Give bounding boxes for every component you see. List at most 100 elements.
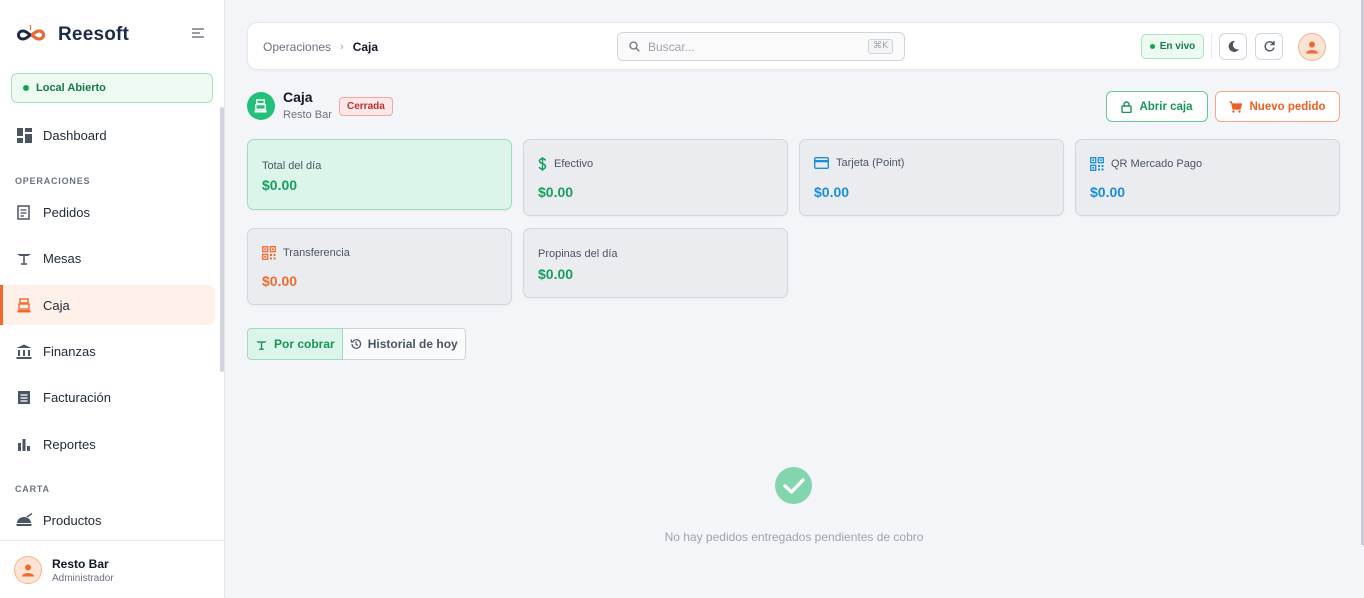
header-avatar[interactable] xyxy=(1298,33,1326,61)
user-profile[interactable]: Resto Bar Administrador xyxy=(0,540,224,598)
theme-toggle-button[interactable] xyxy=(1219,33,1247,60)
refresh-icon xyxy=(1263,41,1275,52)
sidebar-item-mesas[interactable]: Mesas xyxy=(3,238,215,278)
search-icon xyxy=(629,41,640,52)
cart-icon xyxy=(1229,100,1243,113)
breadcrumb-current: Caja xyxy=(352,40,379,54)
user-role: Administrador xyxy=(52,573,114,584)
collapse-menu-icon[interactable] xyxy=(190,26,206,40)
cash-register-icon xyxy=(15,296,33,314)
tab-por-cobrar[interactable]: Por cobrar xyxy=(247,328,343,360)
sidebar-item-dashboard[interactable]: Dashboard xyxy=(3,115,215,155)
dollar-icon xyxy=(538,157,547,171)
page-icon xyxy=(247,92,275,120)
sidebar-item-label: Productos xyxy=(43,512,102,528)
card-label: Transferencia xyxy=(283,247,350,259)
empty-state-message: No hay pedidos entregados pendientes de … xyxy=(664,530,924,544)
search-shortcut: ⌘K xyxy=(868,39,893,54)
tab-label: Por cobrar xyxy=(274,337,335,351)
credit-card-icon xyxy=(814,157,829,169)
cash-register-icon xyxy=(254,99,267,113)
sidebar-item-label: Caja xyxy=(43,297,70,313)
sidebar-item-reportes[interactable]: Reportes xyxy=(3,424,215,464)
live-status-badge: En vivo xyxy=(1141,34,1204,59)
sidebar-item-label: Pedidos xyxy=(43,204,90,220)
card-label-row: Tarjeta (Point) xyxy=(814,157,904,169)
card-label: Tarjeta (Point) xyxy=(836,157,905,169)
card-label: Total del día xyxy=(262,160,322,172)
refresh-button[interactable] xyxy=(1255,33,1283,60)
card-label-row: Efectivo xyxy=(538,157,593,171)
sidebar-item-label: Facturación xyxy=(43,389,111,405)
sidebar-item-label: Dashboard xyxy=(43,127,107,143)
card-value: $0.00 xyxy=(814,184,850,200)
open-cash-button[interactable]: Abrir caja xyxy=(1106,91,1208,122)
card-qr-mercado-pago: QR Mercado Pago $0.00 xyxy=(1075,139,1340,216)
tab-label: Historial de hoy xyxy=(367,337,458,351)
card-value: $0.00 xyxy=(538,266,574,282)
sidebar-item-label: Mesas xyxy=(43,250,82,266)
topbar: Operaciones › Caja ⌘K En vivo xyxy=(247,22,1340,70)
bank-icon xyxy=(15,342,33,360)
table-icon xyxy=(256,340,267,350)
section-label-carta: CARTA xyxy=(15,484,50,494)
card-efectivo: Efectivo $0.00 xyxy=(523,139,788,216)
invoice-icon xyxy=(15,388,33,406)
search-box[interactable]: ⌘K xyxy=(617,32,905,61)
live-dot-icon xyxy=(1149,44,1155,49)
dish-icon xyxy=(15,511,33,529)
check-circle-icon xyxy=(775,467,812,504)
brand[interactable]: Reesoft xyxy=(14,20,129,50)
card-propinas: Propinas del día $0.00 xyxy=(523,228,788,298)
breadcrumb-parent[interactable]: Operaciones xyxy=(263,40,331,54)
tab-historial-de-hoy[interactable]: Historial de hoy xyxy=(342,328,466,360)
sidebar-item-finanzas[interactable]: Finanzas xyxy=(3,331,215,371)
receipt-icon xyxy=(15,203,33,221)
dashboard-icon xyxy=(15,126,33,144)
breadcrumb-separator: › xyxy=(340,41,344,53)
card-transferencia: Transferencia $0.00 xyxy=(247,228,512,305)
card-value: $0.00 xyxy=(262,273,298,289)
card-value: $0.00 xyxy=(538,184,574,200)
sidebar: Reesoft Local Abierto Dashboard OPERACIO… xyxy=(0,0,225,598)
new-order-label: Nuevo pedido xyxy=(1249,100,1326,113)
user-icon xyxy=(1306,41,1318,54)
qr-code-icon xyxy=(1090,157,1104,171)
sidebar-item-productos[interactable]: Productos xyxy=(3,500,215,540)
card-label: Propinas del día xyxy=(538,248,618,260)
brand-name: Reesoft xyxy=(58,24,130,45)
infinity-logo-icon xyxy=(17,24,45,41)
qr-code-icon xyxy=(262,246,276,260)
lock-icon xyxy=(1121,100,1133,113)
user-icon xyxy=(22,564,34,577)
avatar xyxy=(14,556,42,584)
page-subtitle: Resto Bar xyxy=(283,109,332,121)
sidebar-item-caja[interactable]: Caja xyxy=(0,285,215,325)
card-total-day: Total del día $0.00 xyxy=(247,139,512,210)
card-label: Efectivo xyxy=(554,158,594,170)
history-icon xyxy=(350,339,361,349)
tab-group: Por cobrar Historial de hoy xyxy=(247,328,466,360)
sidebar-scrollbar[interactable] xyxy=(220,107,224,372)
sidebar-item-facturacion[interactable]: Facturación xyxy=(3,377,215,417)
bar-chart-icon xyxy=(15,435,33,453)
card-value: $0.00 xyxy=(1090,184,1126,200)
sidebar-item-label: Finanzas xyxy=(43,343,96,359)
section-label-operaciones: OPERACIONES xyxy=(15,176,91,186)
status-dot-icon xyxy=(23,85,29,91)
card-value: $0.00 xyxy=(262,177,298,193)
search-input[interactable] xyxy=(648,39,848,54)
card-label: QR Mercado Pago xyxy=(1111,158,1203,170)
topbar-divider xyxy=(1211,34,1212,59)
local-status-label: Local Abierto xyxy=(36,82,106,94)
live-label: En vivo xyxy=(1159,41,1196,52)
new-order-button[interactable]: Nuevo pedido xyxy=(1215,91,1340,122)
status-badge: Cerrada xyxy=(339,97,393,116)
open-cash-label: Abrir caja xyxy=(1139,100,1193,113)
local-status-badge: Local Abierto xyxy=(11,73,213,103)
sidebar-item-pedidos[interactable]: Pedidos xyxy=(3,192,215,232)
page-title: Caja xyxy=(283,89,313,105)
moon-icon xyxy=(1228,40,1239,52)
card-tarjeta: Tarjeta (Point) $0.00 xyxy=(799,139,1064,216)
sidebar-item-label: Reportes xyxy=(43,436,96,452)
